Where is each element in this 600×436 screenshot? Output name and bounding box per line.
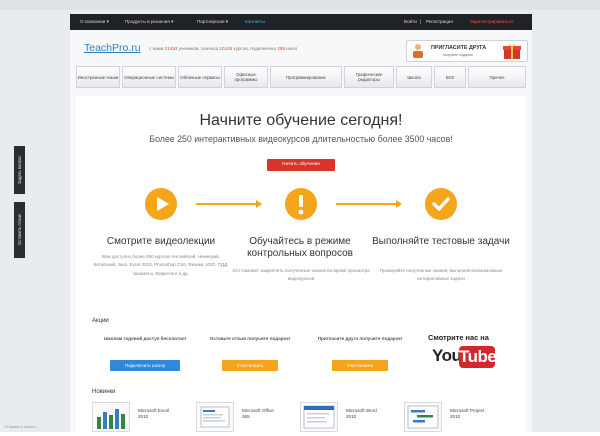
invite-title: ПРИГЛАСИТЕ ДРУГА: [431, 45, 487, 51]
promo-title-invite: Пригласите друга получите подарок!: [317, 336, 403, 341]
topbar-separator: |: [420, 19, 422, 24]
menu-office-programs[interactable]: Офисные программы: [224, 66, 268, 88]
window-top-shadow: [0, 0, 600, 10]
login-link[interactable]: Войти: [404, 19, 417, 24]
stats-suffix: школ: [286, 46, 298, 51]
topnav-contacts[interactable]: Контакты: [245, 19, 265, 24]
menu-label: ВУЗ: [445, 74, 455, 80]
connect-school-button[interactable]: Подключить школу: [110, 360, 180, 371]
participate-review-button[interactable]: Участвовать: [222, 360, 278, 371]
arrow-right-icon: [396, 200, 402, 208]
menu-foreign-languages[interactable]: Иностранные языки: [76, 66, 120, 88]
menu-university[interactable]: ВУЗ: [434, 66, 466, 88]
arrow-line: [196, 203, 258, 205]
menu-label: Облачные сервисы: [180, 74, 220, 80]
step-title-quiz: Обучайтесь в режиме контрольных вопросов: [247, 236, 353, 259]
product-label[interactable]: Microsoft Office 365: [242, 408, 282, 420]
product-thumbnail-word[interactable]: [300, 402, 338, 432]
menu-label: Иностранные языки: [77, 74, 119, 80]
gift-icon: [503, 43, 521, 59]
menu-cloud-services[interactable]: Облачные сервисы: [178, 66, 222, 88]
check-icon: [425, 188, 457, 220]
office-icon: [200, 406, 230, 428]
stats-after: курсов, подключено: [233, 46, 277, 51]
step-text-tasks: Проверяйте полученные знания, выполняя в…: [379, 268, 503, 282]
stats-middle: учеников, сначала: [178, 46, 219, 51]
leave-feedback-tab[interactable]: Оставить отзыв: [14, 202, 25, 258]
invite-subtitle: получите подарок: [443, 53, 473, 57]
product-thumbnail-office365[interactable]: [196, 402, 234, 432]
status-bar: Отправить запрос...: [4, 425, 40, 429]
hero-headline: Начните обучение сегодня!: [199, 112, 403, 129]
menu-school[interactable]: Школа: [396, 66, 432, 88]
hero-subline: Более 250 интерактивных видеокурсов длит…: [149, 134, 453, 144]
topnav-about[interactable]: О компании ▾: [80, 19, 109, 25]
stats-schools: 269: [277, 46, 285, 51]
play-icon: [145, 188, 177, 220]
document-icon: [303, 405, 335, 429]
stats-prefix: с нами: [149, 46, 164, 51]
step-title-tasks: Выполняйте тестовые задачи: [372, 236, 510, 247]
menu-label: Школа: [407, 74, 421, 80]
menu-programming[interactable]: Программирование: [270, 66, 342, 88]
register-link[interactable]: Регистрация: [426, 19, 453, 24]
gantt-chart-icon: [407, 405, 439, 429]
menu-other[interactable]: Прочее: [468, 66, 526, 88]
category-menu: Иностранные языки Операционные системы О…: [76, 66, 526, 90]
product-label[interactable]: Microsoft Word 2010: [346, 408, 386, 420]
invite-friend-banner[interactable]: ПРИГЛАСИТЕ ДРУГА получите подарок: [406, 40, 528, 62]
topnav-products[interactable]: Продукты и решения ▾: [125, 19, 173, 25]
stats-courses: 10145: [219, 46, 233, 51]
step-text-watch: Вам доступно более 250 курсов! Английски…: [93, 254, 229, 276]
product-thumbnail-excel[interactable]: [92, 402, 130, 432]
arrow-line: [336, 203, 398, 205]
menu-operating-systems[interactable]: Операционные системы: [122, 66, 176, 88]
person-icon: [413, 44, 423, 58]
menu-label: Прочее: [489, 74, 505, 80]
step-title-watch: Смотрите видеолекции: [106, 236, 216, 247]
youtube-heading: Смотрите нас на: [428, 333, 489, 342]
product-thumbnail-project[interactable]: [404, 402, 442, 432]
exclamation-icon: [285, 188, 317, 220]
menu-graphic-editors[interactable]: Графические редакторы: [344, 66, 394, 88]
bar-chart-icon: [97, 409, 125, 429]
topnav-partners[interactable]: Партнерская ▾: [197, 19, 228, 25]
menu-label: Графические редакторы: [355, 72, 383, 82]
menu-label: Программирование: [286, 74, 326, 80]
product-label[interactable]: Microsoft Project 2010: [450, 408, 494, 420]
site-stats: с нами 21493 учеников, сначала 10145 кур…: [149, 46, 297, 51]
site-logo[interactable]: TeachPro.ru: [84, 42, 141, 54]
ask-question-tab[interactable]: Задать вопрос: [14, 146, 25, 194]
news-heading: Новинки: [92, 389, 116, 395]
promotions-heading: Акции: [92, 318, 109, 324]
promo-title-review: Оставьте отзыв получите подарок!: [209, 336, 291, 341]
step-text-quiz: Это поможет закреплять полученные знания…: [232, 268, 370, 282]
menu-label: Офисные программы: [234, 72, 258, 82]
signup-link[interactable]: Зарегистрироваться: [470, 19, 513, 24]
participate-invite-button[interactable]: Участвовать: [332, 360, 388, 371]
menu-label: Операционные системы: [124, 74, 174, 80]
arrow-right-icon: [256, 200, 262, 208]
youtube-logo-tube[interactable]: Tube: [459, 346, 497, 368]
promo-title-school: Школам годовой доступ бесплатно!: [103, 336, 187, 341]
product-label[interactable]: Microsoft Excel 2010: [138, 408, 178, 420]
top-navigation-bar: О компании ▾ Продукты и решения ▾ Партне…: [70, 14, 532, 30]
stats-students: 21493: [164, 46, 178, 51]
start-learning-button[interactable]: Начать обучение: [267, 159, 335, 171]
youtube-logo-you[interactable]: You: [432, 346, 462, 366]
